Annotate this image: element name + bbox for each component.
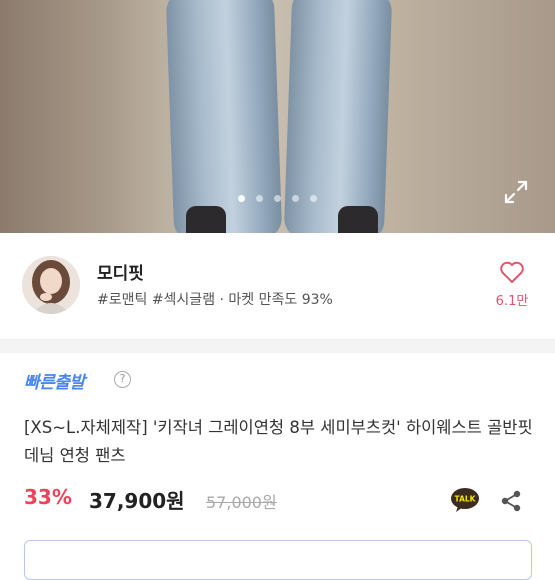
- photo-shoe-left: [186, 206, 226, 233]
- photo-shoe-right: [338, 206, 378, 233]
- help-icon[interactable]: ?: [114, 371, 131, 388]
- shop-tags: #로맨틱 #섹시글램 · 마켓 만족도 93%: [97, 292, 333, 308]
- svg-text:TALK: TALK: [455, 495, 477, 504]
- fast-shipping-badge: 빠른출발: [24, 373, 85, 393]
- gallery-pagination: [0, 195, 555, 202]
- like-button[interactable]: 6.1만: [492, 260, 532, 309]
- product-image[interactable]: [0, 0, 555, 233]
- shop-info[interactable]: 모디핏 #로맨틱 #섹시글램 · 마켓 만족도 93% 6.1만: [0, 233, 555, 340]
- section-divider: [0, 340, 555, 353]
- shop-avatar[interactable]: [22, 256, 80, 314]
- gallery-dot[interactable]: [310, 195, 317, 202]
- discount-rate: 33%: [24, 485, 72, 509]
- heart-icon: [500, 261, 524, 283]
- coupon-box[interactable]: [24, 540, 532, 580]
- product-title: [XS~L.자체제작] '키작녀 그레이연청 8부 세미부츠컷' 하이웨스트 골…: [24, 418, 533, 465]
- gallery-dot[interactable]: [238, 195, 245, 202]
- gallery-dot[interactable]: [274, 195, 281, 202]
- talk-icon[interactable]: TALK: [450, 487, 480, 513]
- gallery-dot[interactable]: [292, 195, 299, 202]
- expand-icon[interactable]: [502, 178, 530, 206]
- gallery-dot[interactable]: [256, 195, 263, 202]
- share-icon[interactable]: [499, 489, 523, 513]
- original-price: 57,000원: [206, 493, 277, 512]
- shop-name[interactable]: 모디핏: [97, 259, 144, 284]
- like-count: 6.1만: [495, 294, 529, 309]
- sale-price: 37,900원: [89, 489, 185, 513]
